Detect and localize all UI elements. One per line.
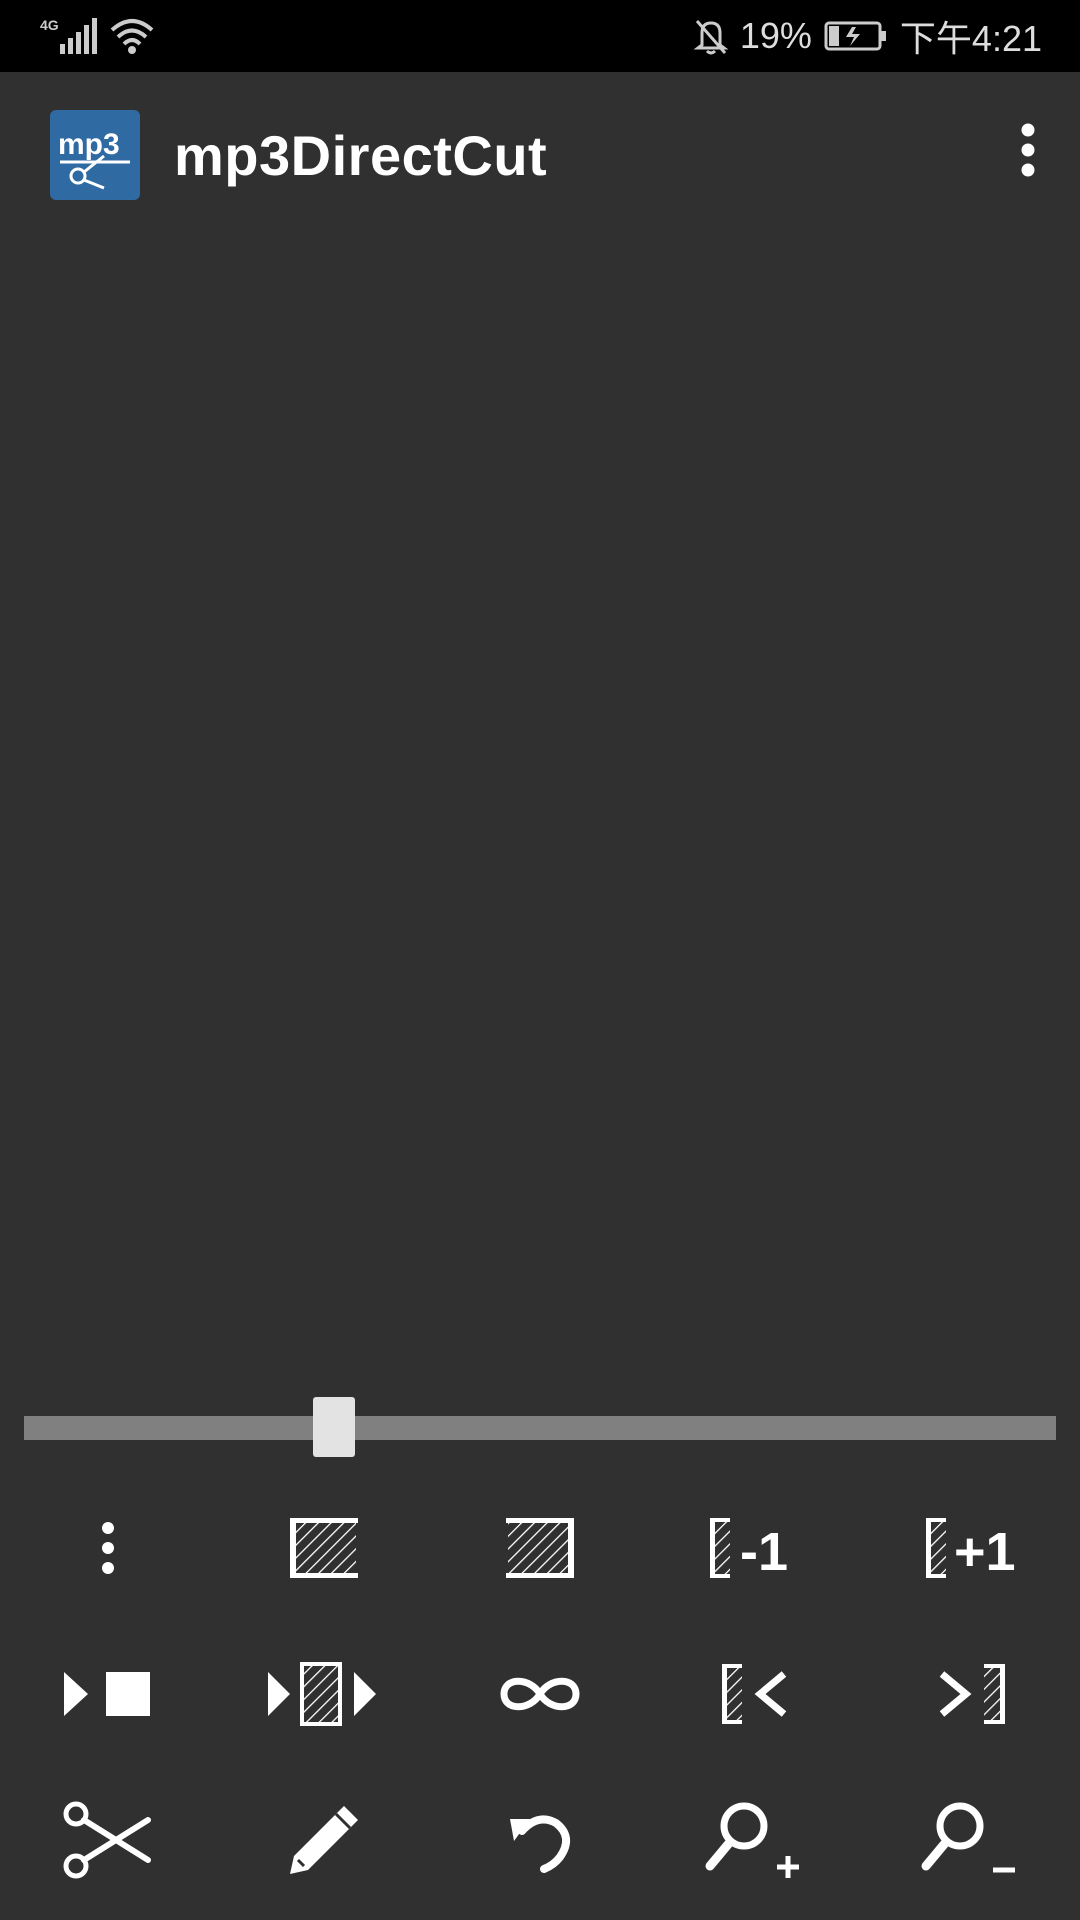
undo-button[interactable] [432,1767,648,1913]
app-logo-text: mp3 [58,128,120,161]
app-bar: mp3 mp3DirectCut [0,72,1080,242]
select-all-button[interactable] [216,1475,432,1621]
status-right: 19% 下午4:21 [693,10,1042,62]
battery-percent: 19% [739,15,812,56]
move-plus-one-button[interactable]: +1 [864,1475,1080,1621]
loop-button[interactable] [432,1621,648,1767]
plus-one-label: +1 [954,1522,1016,1582]
edit-icon [290,1806,358,1874]
go-to-end-icon [939,1664,1005,1724]
play-stop-button[interactable] [0,1621,216,1767]
status-bar: 4G 19% 下午4:21 [0,0,1080,72]
go-to-start-button[interactable] [648,1621,864,1767]
overflow-menu-icon [1021,123,1035,177]
bell-off-icon [693,20,728,55]
zoom-in-icon [705,1802,799,1878]
status-left: 4G [40,14,154,58]
go-to-start-icon [722,1664,787,1724]
app-title: mp3DirectCut [174,124,548,187]
app-logo-icon: mp3 [50,110,140,200]
wifi-icon [110,19,154,54]
network-type-text: 4G [40,17,59,33]
select-all-icon [290,1518,358,1578]
minus-one-label: -1 [740,1522,788,1582]
zoom-out-button[interactable] [864,1767,1080,1913]
zoom-in-button[interactable] [648,1767,864,1913]
zoom-out-icon [921,1802,1015,1873]
move-minus-one-button[interactable]: -1 [648,1475,864,1621]
go-to-end-button[interactable] [864,1621,1080,1767]
seek-thumb[interactable] [312,1397,355,1457]
move-plus-one-icon: +1 [926,1518,1016,1582]
battery-charging-icon [824,21,886,51]
waveform-area[interactable] [0,242,1080,1392]
signal-icon: 4G [40,17,97,54]
edit-button[interactable] [216,1767,432,1913]
cut-button[interactable] [0,1767,216,1913]
select-region-button[interactable] [432,1475,648,1621]
select-region-icon [506,1518,574,1578]
overflow-menu-button[interactable] [996,112,1060,188]
play-stop-icon [64,1672,150,1716]
move-minus-one-icon: -1 [710,1518,788,1582]
play-selection-button[interactable] [216,1621,432,1767]
clock: 下午4:21 [899,18,1042,59]
play-selection-icon [268,1662,376,1726]
undo-icon [510,1815,570,1873]
seek-track[interactable] [24,1416,1056,1440]
more-button[interactable] [0,1475,216,1621]
more-vertical-icon [102,1522,114,1574]
loop-icon [500,1677,580,1711]
toolbar: -1 +1 [0,1475,1080,1920]
cut-icon [63,1801,151,1879]
